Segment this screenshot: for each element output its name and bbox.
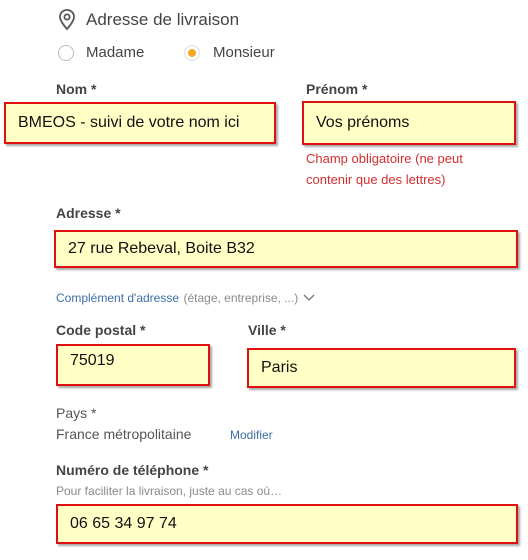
adresse-input[interactable]: 27 rue Rebeval, Boite B32 <box>54 230 518 268</box>
pays-modify-link[interactable]: Modifier <box>230 428 273 442</box>
prenom-label: Prénom * <box>306 81 368 97</box>
complement-toggle[interactable]: Complément d'adresse (étage, entreprise,… <box>56 289 315 307</box>
radio-monsieur-label[interactable]: Monsieur <box>213 44 275 61</box>
pays-label: Pays * <box>56 405 97 421</box>
location-pin-icon <box>58 9 76 31</box>
ville-input[interactable]: Paris <box>247 348 516 388</box>
prenom-error: Champ obligatoire (ne peut contenir que … <box>306 148 463 190</box>
code-postal-input[interactable]: 75019 <box>56 344 210 386</box>
ville-label: Ville * <box>248 322 286 338</box>
prenom-error-line-1: Champ obligatoire (ne peut <box>306 151 463 166</box>
prenom-error-line-2: contenir que des lettres) <box>306 172 446 187</box>
telephone-input[interactable]: 06 65 34 97 74 <box>56 504 518 544</box>
complement-hint: (étage, entreprise, ...) <box>183 291 299 306</box>
pays-value: France métropolitaine <box>56 426 192 442</box>
code-postal-label: Code postal * <box>56 322 146 338</box>
adresse-label: Adresse * <box>56 205 121 221</box>
radio-monsieur[interactable] <box>184 45 200 61</box>
prenom-input[interactable]: Vos prénoms <box>302 101 516 145</box>
telephone-label: Numéro de téléphone * <box>56 462 209 478</box>
chevron-down-icon[interactable] <box>303 289 315 307</box>
telephone-hint: Pour faciliter la livraison, juste au ca… <box>56 484 283 498</box>
radio-madame[interactable] <box>58 45 74 61</box>
radio-madame-label[interactable]: Madame <box>86 44 144 61</box>
nom-label: Nom * <box>56 81 97 97</box>
section-title: Adresse de livraison <box>86 10 240 29</box>
nom-input[interactable]: BMEOS - suivi de votre nom ici <box>4 102 276 144</box>
complement-link[interactable]: Complément d'adresse <box>56 291 179 305</box>
